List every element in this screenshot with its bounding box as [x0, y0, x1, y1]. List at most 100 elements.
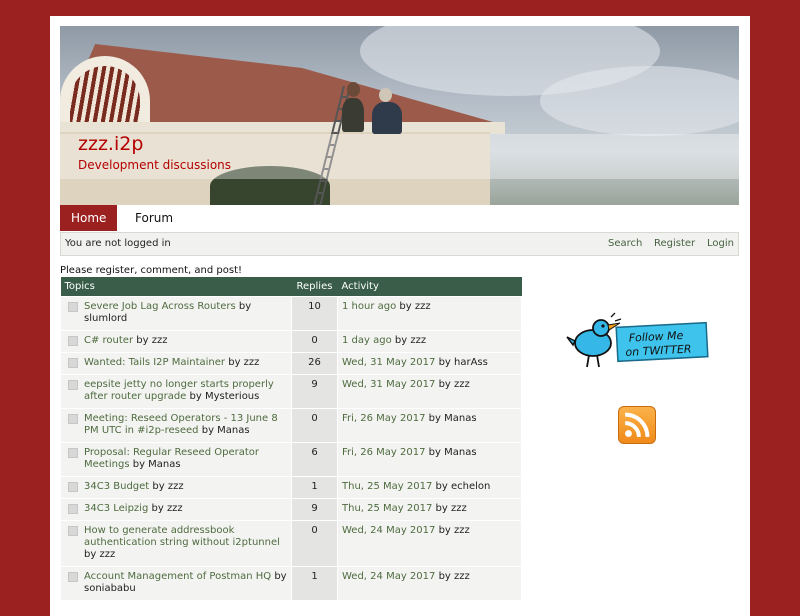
- activity-time-link[interactable]: Wed, 24 May 2017: [342, 525, 435, 536]
- topic-cell: How to generate addressbook authenticati…: [60, 519, 292, 567]
- rss-icon[interactable]: [618, 406, 656, 444]
- table-row: 34C3 Budget by zzz 1 Thu, 25 May 2017 by e…: [60, 475, 522, 499]
- by-label: by: [152, 480, 165, 492]
- topic-cell: Wanted: Tails I2P Maintainer by zzz: [60, 351, 292, 375]
- bird-icon: [566, 312, 622, 368]
- table-row: Severe Job Lag Across Routers by slumlor…: [60, 295, 522, 331]
- topic-title-link[interactable]: Severe Job Lag Across Routers: [84, 301, 236, 312]
- topic-title-link[interactable]: 34C3 Budget: [84, 481, 149, 492]
- replies-count: 0: [291, 407, 338, 443]
- by-label: by: [274, 570, 287, 582]
- activity-time-link[interactable]: Thu, 25 May 2017: [342, 481, 432, 492]
- table-row: eepsite jetty no longer starts properly …: [60, 373, 522, 409]
- register-link[interactable]: Register: [654, 233, 695, 255]
- topic-title-link[interactable]: C# router: [84, 335, 133, 346]
- topic-status-icon: [68, 481, 78, 492]
- activity-user: zzz: [451, 502, 467, 514]
- activity-time-link[interactable]: Thu, 25 May 2017: [342, 503, 432, 514]
- activity-user: zzz: [410, 334, 427, 346]
- twitter-follow-badge[interactable]: Follow Me on TWITTER: [565, 311, 710, 371]
- activity-user: zzz: [454, 378, 470, 390]
- page: zzz.i2p Development discussions Home For…: [50, 16, 750, 616]
- topic-author: Manas: [148, 458, 181, 470]
- intro-text: Please register, comment, and post!: [60, 265, 243, 276]
- activity-time-link[interactable]: Wed, 31 May 2017: [342, 357, 435, 368]
- topic-author: Manas: [217, 424, 250, 436]
- by-label: by: [201, 424, 214, 436]
- table-row: Meeting: Reseed Operators - 13 June 8 PM…: [60, 407, 522, 443]
- table-row: Proposal: Regular Reseed Operator Meetin…: [60, 441, 522, 477]
- activity-user: Manas: [444, 412, 477, 424]
- column-header-replies: Replies: [291, 277, 338, 296]
- nav-tab-home[interactable]: Home: [60, 205, 118, 231]
- table-row: How to generate addressbook authenticati…: [60, 519, 522, 567]
- activity-time-link[interactable]: 1 hour ago: [342, 301, 396, 312]
- activity-cell: Wed, 31 May 2017 by zzz: [337, 373, 522, 409]
- topic-status-icon: [68, 571, 78, 582]
- by-label: by: [132, 458, 145, 470]
- topic-cell: eepsite jetty no longer starts properly …: [60, 373, 292, 409]
- search-link[interactable]: Search: [608, 233, 642, 255]
- by-label: by: [84, 548, 97, 560]
- topic-author: zzz: [166, 502, 183, 514]
- by-label: by: [435, 502, 448, 514]
- by-label: by: [428, 412, 441, 424]
- column-header-activity: Activity: [337, 277, 522, 296]
- by-label: by: [394, 334, 408, 346]
- activity-cell: Thu, 25 May 2017 by zzz: [337, 497, 522, 521]
- activity-user: echelon: [451, 480, 491, 492]
- topic-status-icon: [68, 357, 78, 368]
- activity-user: zzz: [454, 524, 470, 536]
- topic-author: soniababu: [84, 582, 136, 594]
- activity-time-link[interactable]: Fri, 26 May 2017: [342, 447, 425, 458]
- activity-time-link[interactable]: Wed, 31 May 2017: [342, 379, 435, 390]
- activity-user: zzz: [454, 570, 470, 582]
- login-link[interactable]: Login: [707, 233, 734, 255]
- topic-cell: 34C3 Leipzig by zzz: [60, 497, 292, 521]
- login-status: You are not logged in: [65, 238, 171, 249]
- activity-user: Manas: [444, 446, 477, 458]
- activity-time-link[interactable]: 1 day ago: [342, 335, 392, 346]
- table-row: C# router by zzz 0 1 day ago by zzz: [60, 329, 522, 353]
- table-row: 34C3 Leipzig by zzz 9 Thu, 25 May 2017 by …: [60, 497, 522, 521]
- topic-status-icon: [68, 525, 78, 536]
- by-label: by: [428, 446, 441, 458]
- topic-status-icon: [68, 447, 78, 458]
- topic-status-icon: [68, 301, 78, 312]
- by-label: by: [238, 300, 252, 312]
- topic-title-link[interactable]: How to generate addressbook authenticati…: [84, 525, 280, 548]
- nav-tab-forum[interactable]: Forum: [124, 205, 184, 231]
- by-label: by: [438, 378, 451, 390]
- table-header-row: Topics Replies Activity: [60, 277, 522, 296]
- topic-cell: Meeting: Reseed Operators - 13 June 8 PM…: [60, 407, 292, 443]
- activity-time-link[interactable]: Fri, 26 May 2017: [342, 413, 425, 424]
- activity-time-link[interactable]: Wed, 24 May 2017: [342, 571, 435, 582]
- replies-count: 6: [291, 441, 338, 477]
- topic-status-icon: [68, 379, 78, 390]
- topic-title-link[interactable]: Wanted: Tails I2P Maintainer: [84, 357, 225, 368]
- by-label: by: [136, 334, 149, 346]
- topic-author: Mysterious: [204, 390, 260, 402]
- activity-cell: Fri, 26 May 2017 by Manas: [337, 441, 522, 477]
- replies-count: 26: [291, 351, 338, 375]
- activity-cell: Fri, 26 May 2017 by Manas: [337, 407, 522, 443]
- header-banner-image: zzz.i2p Development discussions: [60, 26, 739, 205]
- activity-cell: 1 hour ago by zzz: [337, 295, 522, 331]
- activity-user: zzz: [414, 300, 431, 312]
- topic-author: zzz: [99, 548, 116, 560]
- replies-count: 9: [291, 497, 338, 521]
- topic-cell: Severe Job Lag Across Routers by slumlor…: [60, 295, 292, 331]
- topic-title-link[interactable]: 34C3 Leipzig: [84, 503, 148, 514]
- by-label: by: [399, 300, 412, 312]
- topic-status-icon: [68, 503, 78, 514]
- by-label: by: [189, 390, 202, 402]
- topic-title-link[interactable]: Account Management of Postman HQ: [84, 571, 271, 582]
- site-title[interactable]: zzz.i2p: [78, 133, 143, 155]
- topic-cell: Proposal: Regular Reseed Operator Meetin…: [60, 441, 292, 477]
- main-nav: Home Forum: [60, 205, 739, 231]
- user-bar: You are not logged in Search Register Lo…: [60, 232, 739, 256]
- activity-cell: Wed, 24 May 2017 by zzz: [337, 519, 522, 567]
- replies-count: 1: [291, 475, 338, 499]
- replies-count: 0: [291, 519, 338, 567]
- topic-status-icon: [68, 413, 78, 424]
